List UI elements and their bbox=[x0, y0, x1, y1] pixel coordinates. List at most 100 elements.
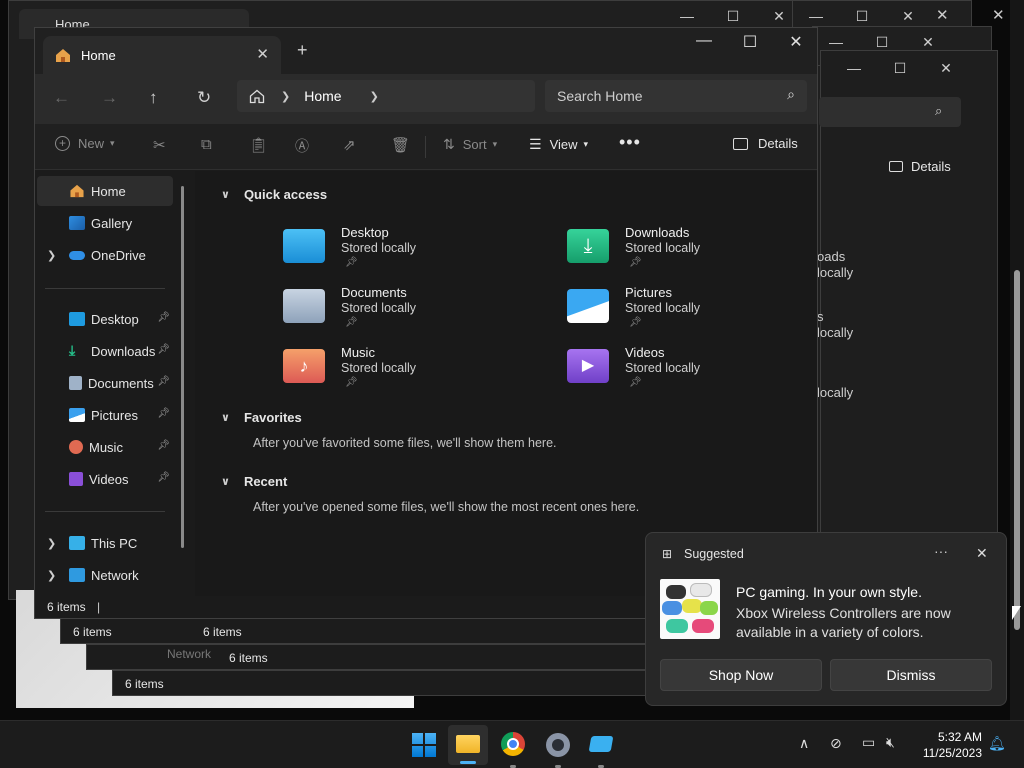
close-tab-icon[interactable]: ✕ bbox=[256, 45, 269, 63]
date: 11/25/2023 bbox=[922, 746, 982, 760]
sidebar-scrollbar[interactable] bbox=[181, 186, 184, 548]
pin-icon[interactable]: 📌︎ bbox=[157, 376, 170, 387]
details-button[interactable]: Details bbox=[733, 136, 798, 151]
folder-music[interactable]: ♪ Music Stored locally 📌︎ bbox=[283, 343, 533, 393]
collapse-chevron-icon: ∨ bbox=[221, 476, 230, 488]
collapse-chevron-icon: ∨ bbox=[221, 412, 230, 424]
sidebar-item-network[interactable]: Network bbox=[37, 560, 173, 590]
chevron-down-icon: ▾ bbox=[492, 139, 498, 149]
delete-icon[interactable]: 🗑︎ bbox=[391, 136, 410, 154]
pin-icon[interactable]: 📌︎ bbox=[157, 312, 170, 323]
sidebar-item-documents[interactable]: Documents 📌︎ bbox=[37, 368, 173, 398]
share-icon[interactable]: ⇗ bbox=[343, 136, 356, 154]
sidebar-item-music[interactable]: Music 📌︎ bbox=[37, 432, 173, 462]
sidebar-item-pictures[interactable]: Pictures 📌︎ bbox=[37, 400, 173, 430]
chrome-icon[interactable] bbox=[500, 731, 528, 768]
desktop-close-icon[interactable]: ✕ bbox=[992, 6, 1005, 24]
pin-icon[interactable]: 📌︎ bbox=[157, 408, 170, 419]
breadcrumb-home[interactable]: Home bbox=[304, 88, 341, 104]
partial-label: locally bbox=[817, 325, 854, 340]
sidebar-item-desktop[interactable]: Desktop 📌︎ bbox=[37, 304, 173, 334]
tab-home[interactable]: Home ✕ bbox=[43, 36, 281, 74]
rename-icon[interactable]: Ⓐ bbox=[295, 136, 309, 156]
pin-icon: 📌︎ bbox=[345, 257, 358, 268]
start-button[interactable] bbox=[410, 731, 438, 759]
search-icon: ⌕ bbox=[935, 103, 943, 118]
volume-muted-icon[interactable]: 🔇︎ bbox=[886, 734, 895, 751]
shop-now-button[interactable]: Shop Now bbox=[660, 659, 822, 691]
more-options-icon[interactable]: ••• bbox=[619, 132, 641, 153]
clock[interactable]: 5:32 AM 11/25/2023 bbox=[912, 729, 982, 761]
partial-label: locally bbox=[817, 385, 854, 400]
search-input[interactable]: Search Home ⌕ bbox=[545, 80, 807, 112]
view-button[interactable]: ☰ View ▾ bbox=[529, 136, 588, 153]
maximize-button[interactable]: ☐ bbox=[727, 32, 773, 52]
folder-downloads[interactable]: ⤓ Downloads Stored locally 📌︎ bbox=[567, 223, 817, 273]
cut-icon[interactable]: ✂ bbox=[153, 136, 166, 154]
search-placeholder: Search Home bbox=[557, 88, 643, 104]
file-explorer-taskbar-icon[interactable] bbox=[448, 725, 488, 765]
new-button[interactable]: + New ▾ bbox=[55, 136, 115, 151]
app-icon[interactable] bbox=[588, 731, 616, 768]
pin-icon[interactable]: 📌︎ bbox=[157, 344, 170, 355]
dismiss-button[interactable]: Dismiss bbox=[830, 659, 992, 691]
notification-title: PC gaming. In your own style. bbox=[736, 584, 922, 600]
plus-circle-icon: + bbox=[55, 136, 70, 151]
pin-icon: 📌︎ bbox=[345, 377, 358, 388]
network-off-icon[interactable]: ⊘ bbox=[830, 735, 842, 752]
sidebar-item-this-pc[interactable]: This PC bbox=[37, 528, 173, 558]
sort-button[interactable]: ⇅ Sort ▾ bbox=[443, 136, 497, 153]
close-button[interactable]: ✕ bbox=[773, 32, 819, 52]
file-explorer-window: Home ✕ + — ☐ ✕ ← → ↑ ↻ ❯ Home ❯ Search H… bbox=[34, 27, 818, 619]
pin-icon[interactable]: 📌︎ bbox=[157, 472, 170, 483]
mouse-cursor-icon bbox=[1012, 606, 1021, 620]
title-bar: Home ✕ + — ☐ ✕ bbox=[35, 28, 817, 74]
folder-videos[interactable]: ▶ Videos Stored locally 📌︎ bbox=[567, 343, 817, 393]
network-icon bbox=[69, 568, 85, 582]
sidebar-item-home[interactable]: Home bbox=[37, 176, 173, 206]
sidebar-item-onedrive[interactable]: OneDrive bbox=[37, 240, 173, 270]
navigation-pane: Home Gallery ❯ OneDrive Desktop 📌︎ ⤓ Dow… bbox=[35, 171, 191, 596]
home-icon bbox=[56, 48, 70, 62]
new-tab-button[interactable]: + bbox=[297, 40, 308, 61]
folder-pictures[interactable]: Pictures Stored locally 📌︎ bbox=[567, 283, 817, 333]
refresh-icon[interactable]: ↻ bbox=[197, 88, 211, 108]
up-icon[interactable]: ↑ bbox=[149, 88, 158, 108]
cloud-icon bbox=[69, 250, 85, 260]
breadcrumb-chevron-icon: ❯ bbox=[281, 90, 291, 103]
folder-desktop[interactable]: Desktop Stored locally 📌︎ bbox=[283, 223, 533, 273]
chevron-up-icon[interactable]: ∧ bbox=[799, 735, 809, 752]
sidebar-item-videos[interactable]: Videos 📌︎ bbox=[37, 464, 173, 494]
collapse-chevron-icon: ∨ bbox=[221, 189, 230, 201]
desktop-folder-icon bbox=[69, 312, 85, 326]
settings-gear-icon[interactable] bbox=[544, 731, 572, 768]
sort-icon: ⇅ bbox=[443, 136, 455, 152]
pin-icon[interactable]: 📌︎ bbox=[157, 440, 170, 451]
quick-access-header[interactable]: ∨ Quick access bbox=[221, 187, 327, 202]
sidebar-item-downloads[interactable]: ⤓ Downloads 📌︎ bbox=[37, 336, 173, 366]
sidebar-item-gallery[interactable]: Gallery bbox=[37, 208, 173, 238]
more-options-icon[interactable]: ··· bbox=[934, 543, 948, 559]
address-bar[interactable]: ❯ Home ❯ bbox=[237, 80, 535, 112]
details-pane-icon bbox=[889, 161, 903, 172]
close-icon[interactable]: ✕ bbox=[976, 545, 988, 562]
paste-icon[interactable]: 📋︎ bbox=[249, 136, 268, 154]
copy-icon[interactable]: ⧉ bbox=[201, 136, 212, 153]
breadcrumb-chevron-icon[interactable]: ❯ bbox=[370, 90, 379, 103]
recent-header[interactable]: ∨ Recent bbox=[221, 474, 287, 489]
partial-label: locally bbox=[817, 265, 854, 280]
notification-bell-icon[interactable]: 🔔︎ bbox=[988, 735, 1006, 752]
back-icon[interactable]: ← bbox=[53, 88, 70, 108]
display-icon[interactable]: ▭ bbox=[862, 734, 875, 751]
forward-icon[interactable]: → bbox=[101, 88, 118, 108]
background-window-8: 6 items bbox=[112, 670, 652, 696]
background-status: 6 items bbox=[229, 651, 268, 665]
window-close-icon[interactable]: ✕ bbox=[936, 6, 949, 24]
pin-icon: 📌︎ bbox=[629, 317, 642, 328]
pin-icon: 📌︎ bbox=[345, 317, 358, 328]
chevron-down-icon: ▾ bbox=[583, 139, 589, 149]
favorites-header[interactable]: ∨ Favorites bbox=[221, 410, 302, 425]
minimize-button[interactable]: — bbox=[681, 32, 727, 50]
folder-documents[interactable]: Documents Stored locally 📌︎ bbox=[283, 283, 533, 333]
pictures-icon bbox=[69, 408, 85, 422]
